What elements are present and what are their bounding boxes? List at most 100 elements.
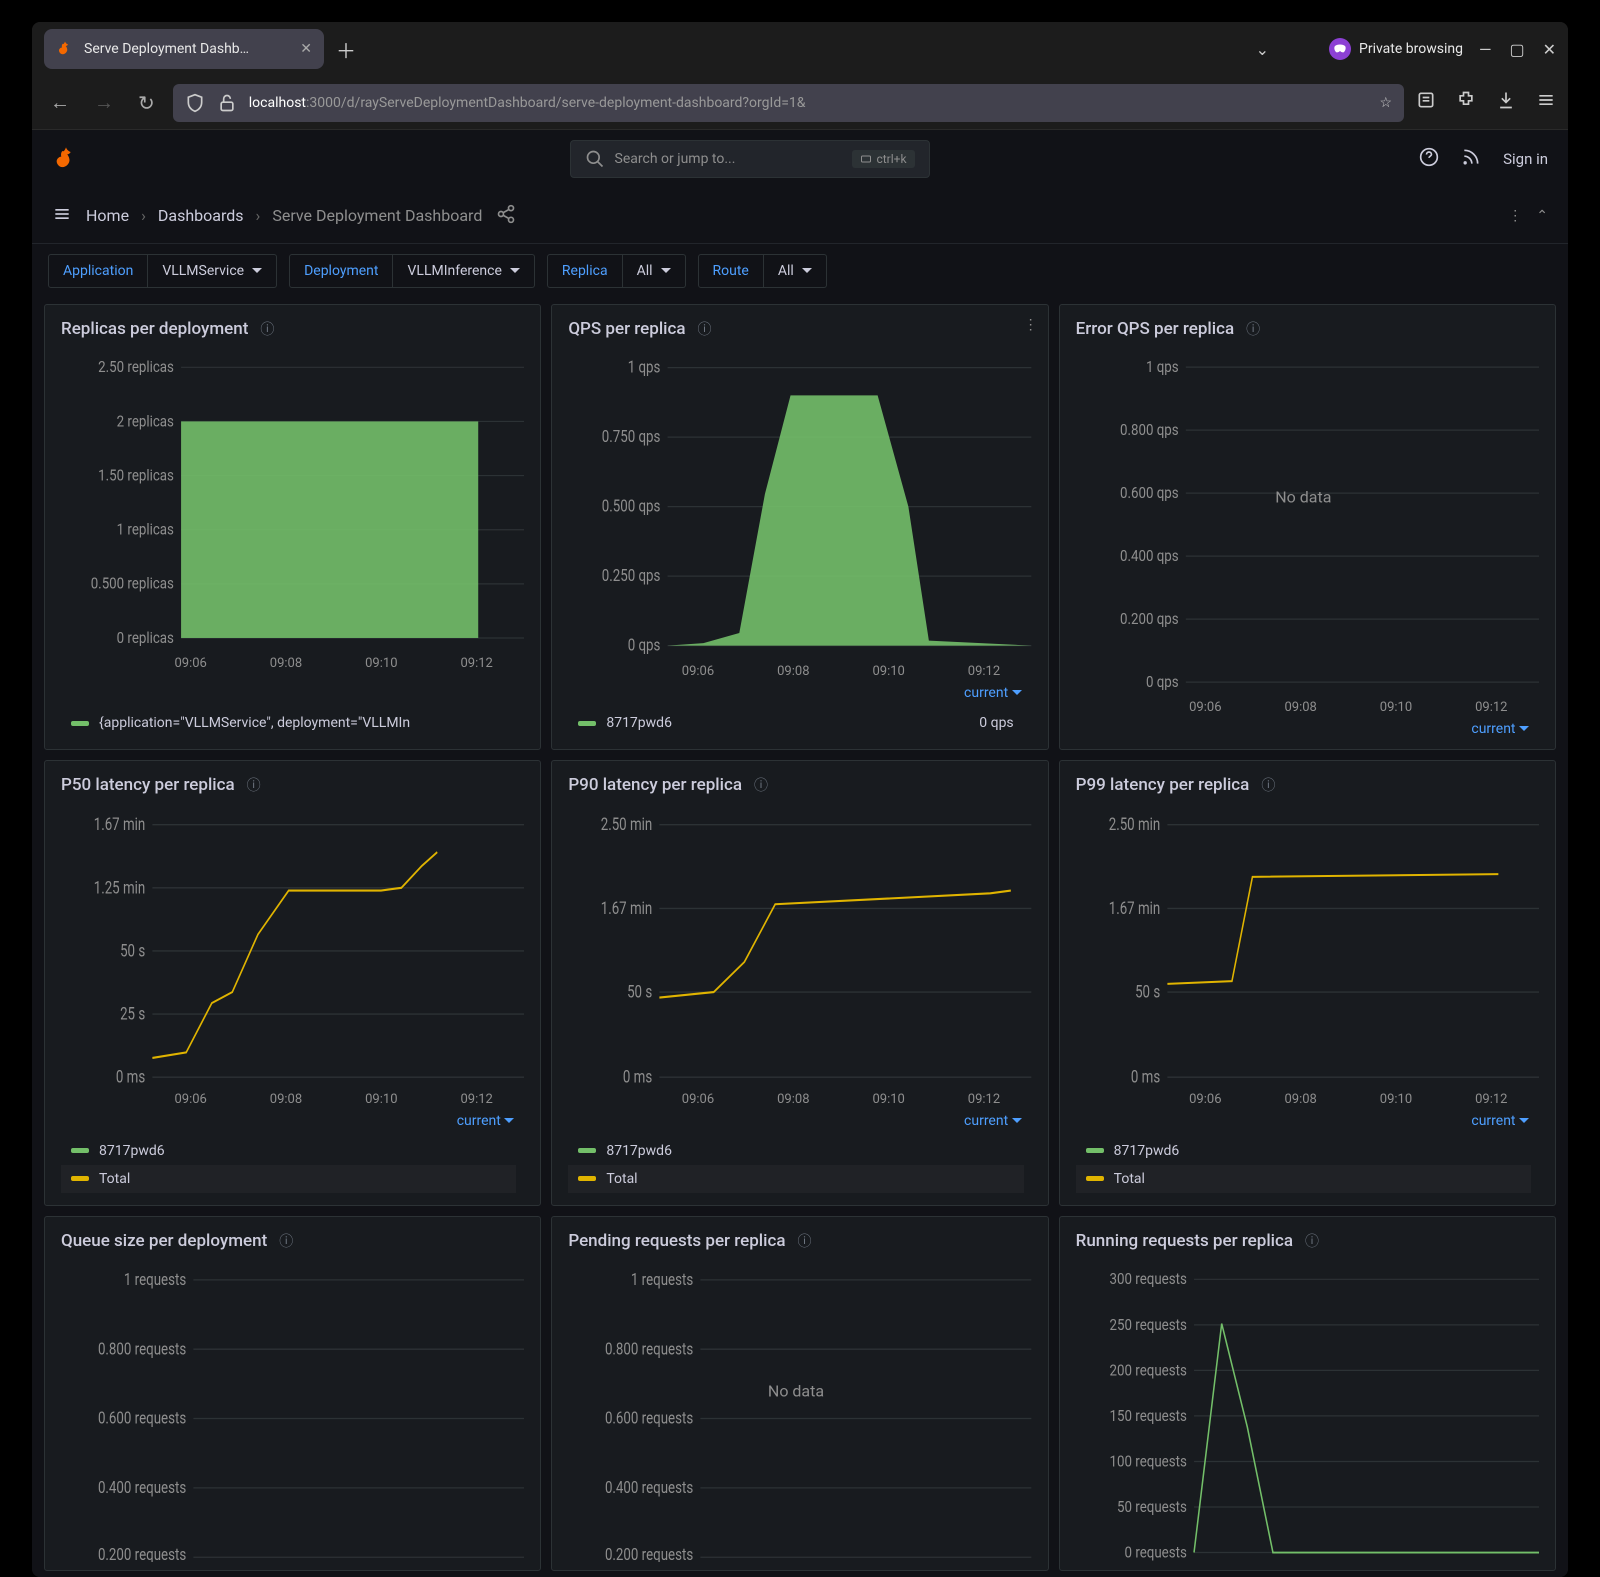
window-close-button[interactable]: ✕: [1543, 40, 1556, 59]
svg-text:25 s: 25 s: [120, 1003, 145, 1025]
info-icon[interactable]: ⓘ: [1261, 775, 1275, 795]
info-icon[interactable]: ⓘ: [260, 319, 274, 339]
svg-text:250 requests: 250 requests: [1109, 1314, 1186, 1334]
svg-text:0 qps: 0 qps: [1146, 672, 1179, 691]
window-maximize-button[interactable]: ▢: [1509, 40, 1524, 59]
search-input[interactable]: Search or jump to... ctrl+k: [570, 140, 930, 178]
legend-mode-toggle[interactable]: current: [560, 679, 1031, 705]
svg-text:0.200 requests: 0.200 requests: [605, 1544, 693, 1562]
panel-pending-requests: Pending requests per replica ⓘ 1 request…: [551, 1216, 1048, 1571]
svg-text:0.800 requests: 0.800 requests: [605, 1338, 693, 1358]
legend-swatch-icon: [1086, 1148, 1104, 1153]
svg-text:1.67 min: 1.67 min: [601, 897, 652, 919]
info-icon[interactable]: ⓘ: [247, 775, 261, 795]
svg-text:0.750 qps: 0.750 qps: [602, 427, 661, 447]
svg-text:1 qps: 1 qps: [628, 357, 661, 377]
private-browsing-label: Private browsing: [1359, 41, 1463, 57]
tabs-dropdown-icon[interactable]: ⌄: [1256, 40, 1269, 59]
panel-title: P50 latency per replica: [61, 775, 235, 795]
browser-tab[interactable]: Serve Deployment Dashb… ✕: [44, 29, 324, 69]
info-icon[interactable]: ⓘ: [798, 1231, 812, 1251]
svg-text:1.25 min: 1.25 min: [94, 877, 145, 899]
breadcrumb-home[interactable]: Home: [86, 206, 129, 225]
svg-text:1.50 replicas: 1.50 replicas: [98, 465, 174, 485]
legend-item[interactable]: {application="VLLMService", deployment="…: [61, 709, 516, 737]
legend-item[interactable]: Total: [1076, 1165, 1531, 1193]
new-tab-button[interactable]: ＋: [336, 35, 356, 64]
nav-reload-button[interactable]: ↻: [132, 85, 161, 121]
share-icon[interactable]: [496, 204, 516, 228]
svg-text:2.50 min: 2.50 min: [1108, 813, 1159, 835]
panel-title: Running requests per replica: [1076, 1231, 1293, 1251]
menu-toggle-button[interactable]: [52, 204, 72, 228]
info-icon[interactable]: ⓘ: [754, 775, 768, 795]
svg-text:0.600 requests: 0.600 requests: [605, 1408, 693, 1428]
svg-text:50 requests: 50 requests: [1117, 1496, 1187, 1516]
legend-item[interactable]: 8717pwd6: [61, 1137, 516, 1165]
legend-swatch-icon: [1086, 1176, 1104, 1181]
legend-mode-toggle[interactable]: current: [1068, 715, 1539, 741]
breadcrumb: Home › Dashboards › Serve Deployment Das…: [86, 206, 482, 225]
downloads-icon[interactable]: [1496, 90, 1516, 115]
svg-text:0.400 requests: 0.400 requests: [98, 1477, 186, 1497]
x-axis-ticks: 09:0609:0809:1009:12: [560, 658, 1031, 679]
window-minimize-button[interactable]: —: [1479, 40, 1492, 59]
app-menu-icon[interactable]: [1536, 90, 1556, 115]
rss-icon[interactable]: [1461, 147, 1481, 171]
svg-text:2.50 min: 2.50 min: [601, 813, 652, 835]
svg-text:0.800 requests: 0.800 requests: [98, 1338, 186, 1358]
nav-forward-button[interactable]: →: [88, 84, 120, 121]
panel-p99: P99 latency per replica ⓘ 2.50 min 1.67 …: [1059, 760, 1556, 1205]
svg-text:50 s: 50 s: [1135, 981, 1160, 1003]
breadcrumb-dashboards[interactable]: Dashboards: [158, 206, 244, 225]
svg-text:0.250 qps: 0.250 qps: [602, 566, 661, 586]
bookmark-star-icon[interactable]: ☆: [1379, 95, 1392, 111]
panel-replicas: Replicas per deployment ⓘ 2.50 replicas …: [44, 304, 541, 750]
x-axis-ticks: 09:0609:0809:1009:12: [1068, 1086, 1539, 1107]
reader-view-icon[interactable]: [1416, 90, 1436, 115]
legend-item[interactable]: 8717pwd6: [568, 1137, 1023, 1165]
legend-item[interactable]: Total: [61, 1165, 516, 1193]
svg-text:50 s: 50 s: [120, 940, 145, 962]
nav-back-button[interactable]: ←: [44, 84, 76, 121]
browser-toolbar: ← → ↻ localhost:3000/d/rayServeDeploymen…: [32, 76, 1568, 130]
extensions-icon[interactable]: [1456, 90, 1476, 115]
url-input[interactable]: localhost:3000/d/rayServeDeploymentDashb…: [173, 84, 1404, 122]
var-label-route: Route: [698, 254, 764, 288]
var-value-replica[interactable]: All: [623, 254, 686, 288]
svg-text:0.200 requests: 0.200 requests: [98, 1544, 186, 1562]
tab-close-icon[interactable]: ✕: [300, 41, 312, 57]
legend-mode-toggle[interactable]: current: [53, 1107, 524, 1133]
info-icon[interactable]: ⓘ: [1305, 1231, 1319, 1251]
sign-in-link[interactable]: Sign in: [1503, 150, 1548, 168]
info-icon[interactable]: ⓘ: [698, 319, 712, 339]
info-icon[interactable]: ⓘ: [1246, 319, 1260, 339]
var-value-application[interactable]: VLLMService: [148, 254, 277, 288]
breadcrumb-bar: Home › Dashboards › Serve Deployment Das…: [32, 188, 1568, 244]
var-label-replica: Replica: [547, 254, 623, 288]
panel-options-icon[interactable]: ⋮: [1508, 208, 1522, 224]
panel-p50: P50 latency per replica ⓘ 1.67 min 1.25 …: [44, 760, 541, 1205]
var-label-application: Application: [48, 254, 148, 288]
grafana-logo-icon[interactable]: [52, 145, 80, 173]
legend-swatch-icon: [578, 1176, 596, 1181]
svg-text:1.67 min: 1.67 min: [94, 813, 145, 835]
collapse-icon[interactable]: ⌃: [1536, 208, 1548, 224]
browser-tab-title: Serve Deployment Dashb…: [84, 41, 290, 57]
breadcrumb-current: Serve Deployment Dashboard: [272, 206, 482, 225]
var-label-deployment: Deployment: [289, 254, 393, 288]
shield-icon: [185, 93, 205, 113]
legend-item[interactable]: 8717pwd6 0 qps: [568, 709, 1023, 737]
svg-text:0.200 qps: 0.200 qps: [1120, 609, 1179, 628]
legend-item[interactable]: 8717pwd6: [1076, 1137, 1531, 1165]
legend-item[interactable]: Total: [568, 1165, 1023, 1193]
search-kbd-hint: ctrl+k: [852, 150, 914, 168]
legend-mode-toggle[interactable]: current: [1068, 1107, 1539, 1133]
legend-mode-toggle[interactable]: current: [560, 1107, 1031, 1133]
help-icon[interactable]: [1419, 147, 1439, 171]
var-value-deployment[interactable]: VLLMInference: [393, 254, 534, 288]
var-value-route[interactable]: All: [764, 254, 827, 288]
info-icon[interactable]: ⓘ: [279, 1231, 293, 1251]
panel-running-requests: Running requests per replica ⓘ 300 reque…: [1059, 1216, 1556, 1571]
panel-menu-icon[interactable]: ⋮: [1024, 317, 1038, 333]
